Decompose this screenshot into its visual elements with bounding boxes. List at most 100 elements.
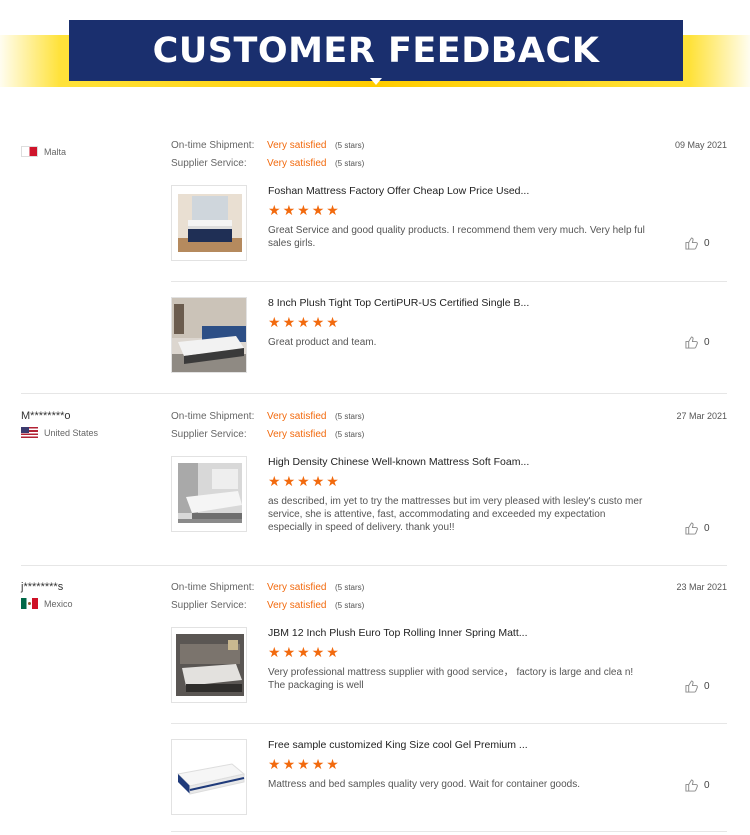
- service-label: Supplier Service:: [171, 429, 247, 440]
- product-title[interactable]: JBM 12 Inch Plush Euro Top Rolling Inner…: [268, 627, 528, 639]
- like-button[interactable]: 0: [685, 522, 710, 535]
- product-divider: [171, 281, 727, 282]
- star-icon: ★: [297, 315, 310, 331]
- reviewer-country: Mexico: [21, 598, 161, 609]
- star-icon: ★: [268, 757, 281, 773]
- product-divider: [171, 831, 727, 832]
- product-title[interactable]: High Density Chinese Well-known Mattress…: [268, 456, 529, 468]
- country-name: Mexico: [44, 598, 73, 609]
- star-icon: ★: [311, 203, 325, 219]
- thumbs-up-icon: [685, 680, 698, 693]
- reviewer-info: Malta: [21, 123, 161, 157]
- star-icon: ★: [326, 757, 339, 773]
- star-icon: ★: [297, 203, 310, 219]
- star-icon: ★: [326, 203, 339, 219]
- star-icon: ★: [268, 645, 281, 661]
- star-icon: ★: [282, 474, 296, 490]
- service-stars: (5 stars): [335, 430, 365, 439]
- star-icon: ★: [311, 645, 325, 661]
- reviewer-info: j********s Mexico: [21, 565, 161, 609]
- service-stars: (5 stars): [335, 159, 365, 168]
- star-icon: ★: [311, 474, 325, 490]
- shipment-value: Very satisfied: [267, 411, 327, 422]
- product-title[interactable]: Free sample customized King Size cool Ge…: [268, 739, 528, 751]
- service-rating: Supplier Service: Very satisfied (5 star…: [171, 429, 364, 440]
- service-label: Supplier Service:: [171, 158, 247, 169]
- review-comment: Very professional mattress supplier with…: [268, 667, 634, 691]
- reviewer-name: M********o: [21, 410, 71, 422]
- like-button[interactable]: 0: [685, 237, 710, 250]
- star-icon: ★: [311, 315, 325, 331]
- service-rating: Supplier Service: Very satisfied (5 star…: [171, 600, 364, 611]
- service-value: Very satisfied: [267, 429, 327, 440]
- product-thumbnail[interactable]: [171, 456, 247, 532]
- shipment-label: On-time Shipment:: [171, 411, 255, 422]
- reviewer-info: M********o United States: [21, 394, 161, 438]
- star-icon: ★: [297, 645, 310, 661]
- service-rating: Supplier Service: Very satisfied (5 star…: [171, 158, 364, 169]
- like-button[interactable]: 0: [685, 680, 710, 693]
- mexico-flag-icon: [21, 598, 38, 609]
- thumbs-up-icon: [685, 237, 698, 250]
- service-value: Very satisfied: [267, 158, 327, 169]
- star-icon: ★: [326, 315, 339, 331]
- star-icon: ★: [268, 203, 281, 219]
- star-icon: ★: [297, 474, 310, 490]
- review-date: 27 Mar 2021: [676, 411, 727, 421]
- product-thumbnail[interactable]: [171, 185, 247, 261]
- country-name: Malta: [44, 146, 67, 157]
- star-icon: ★: [326, 474, 339, 490]
- reviewer-country: Malta: [21, 146, 161, 157]
- shipment-rating: On-time Shipment: Very satisfied (5 star…: [171, 411, 364, 422]
- product-rating: ★ ★ ★ ★ ★: [268, 316, 339, 330]
- product-title[interactable]: 8 Inch Plush Tight Top CertiPUR-US Certi…: [268, 297, 529, 309]
- product-title[interactable]: Foshan Mattress Factory Offer Cheap Low …: [268, 185, 529, 197]
- service-label: Supplier Service:: [171, 600, 247, 611]
- thumbs-up-icon: [685, 336, 698, 349]
- shipment-stars: (5 stars): [335, 141, 365, 150]
- like-button[interactable]: 0: [685, 779, 710, 792]
- reviewer-country: United States: [21, 427, 161, 438]
- star-icon: ★: [326, 645, 339, 661]
- like-button[interactable]: 0: [685, 336, 710, 349]
- review-date: 09 May 2021: [674, 140, 727, 150]
- thumbs-up-icon: [685, 522, 698, 535]
- review-comment: Mattress and bed samples quality very go…: [268, 779, 581, 790]
- banner-title: CUSTOMER FEEDBACK: [152, 30, 600, 71]
- like-count: 0: [704, 523, 710, 534]
- review-comment: as described, im yet to try the mattress…: [268, 496, 643, 533]
- product-thumbnail[interactable]: [171, 739, 247, 815]
- review-comment: Great Service and good quality products.…: [268, 225, 645, 249]
- star-icon: ★: [311, 757, 325, 773]
- shipment-value: Very satisfied: [267, 140, 327, 151]
- shipment-rating: On-time Shipment: Very satisfied (5 star…: [171, 140, 364, 151]
- shipment-label: On-time Shipment:: [171, 582, 255, 593]
- product-rating: ★ ★ ★ ★ ★: [268, 758, 339, 772]
- like-count: 0: [704, 780, 710, 791]
- thumbs-up-icon: [685, 779, 698, 792]
- product-thumbnail[interactable]: [171, 627, 247, 703]
- star-icon: ★: [282, 645, 296, 661]
- like-count: 0: [704, 238, 710, 249]
- star-icon: ★: [282, 203, 296, 219]
- shipment-stars: (5 stars): [335, 412, 365, 421]
- product-rating: ★ ★ ★ ★ ★: [268, 204, 339, 218]
- like-count: 0: [704, 681, 710, 692]
- country-name: United States: [44, 427, 99, 438]
- product-rating: ★ ★ ★ ★ ★: [268, 646, 339, 660]
- star-icon: ★: [282, 757, 296, 773]
- feedback-banner: CUSTOMER FEEDBACK: [0, 0, 750, 88]
- service-value: Very satisfied: [267, 600, 327, 611]
- reviewer-name: j********s: [21, 581, 64, 593]
- shipment-stars: (5 stars): [335, 583, 365, 592]
- star-icon: ★: [297, 757, 310, 773]
- banner-box: CUSTOMER FEEDBACK: [69, 20, 683, 81]
- malta-flag-icon: [21, 146, 38, 157]
- star-icon: ★: [268, 315, 281, 331]
- star-icon: ★: [268, 474, 281, 490]
- shipment-label: On-time Shipment:: [171, 140, 255, 151]
- product-thumbnail[interactable]: [171, 297, 247, 373]
- shipment-value: Very satisfied: [267, 582, 327, 593]
- banner-arrow-icon: [370, 78, 382, 85]
- like-count: 0: [704, 337, 710, 348]
